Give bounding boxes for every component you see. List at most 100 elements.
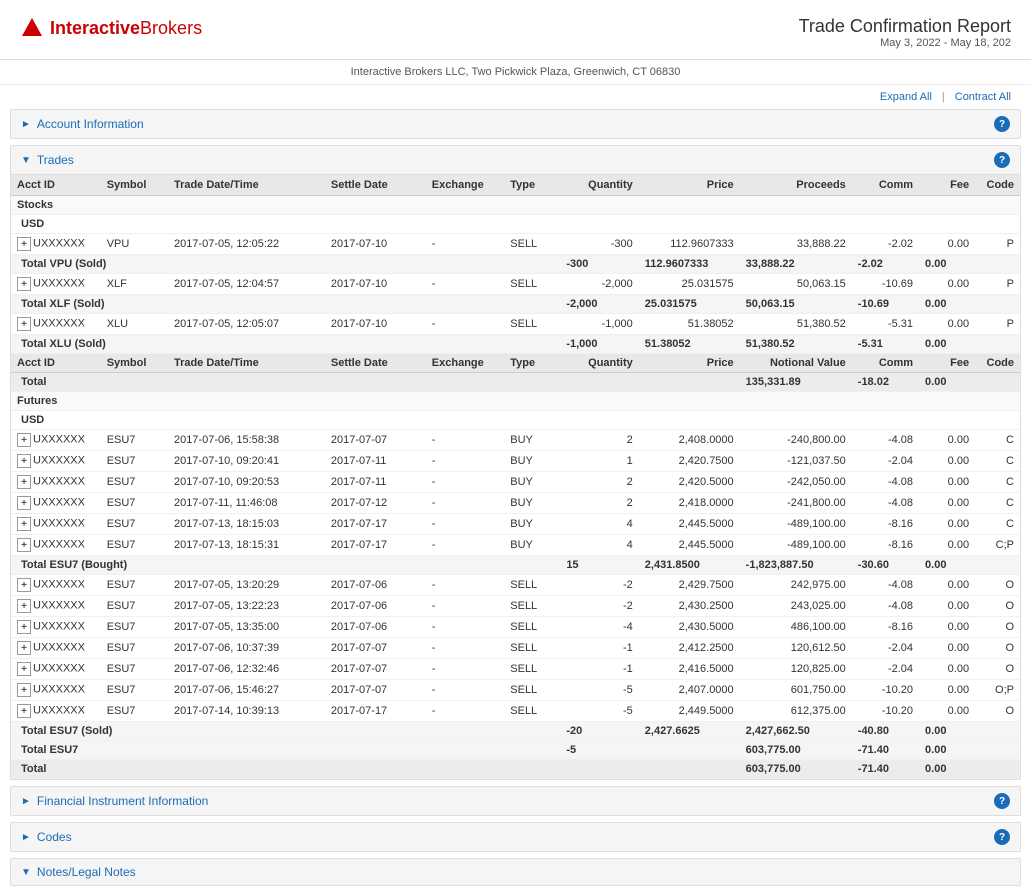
- separator: |: [942, 91, 945, 103]
- expand-all-link[interactable]: Expand All: [880, 91, 932, 103]
- stocks-label: Stocks: [11, 196, 1020, 215]
- total-row-stocks: Total 135,331.89 -18.02 0.00: [11, 373, 1020, 392]
- futures-currency-row: USD: [11, 411, 1020, 430]
- account-info-label: Account Information: [37, 117, 144, 131]
- expand-btn[interactable]: +: [17, 475, 31, 489]
- price-cell: 112.9607333: [639, 234, 740, 255]
- table-row: +UXXXXXX ESU72017-07-10, 09:20:412017-07…: [11, 451, 1020, 472]
- expand-btn[interactable]: +: [17, 662, 31, 676]
- col-header-comm: Comm: [852, 175, 919, 196]
- trades-table-container: Acct ID Symbol Trade Date/Time Settle Da…: [11, 175, 1020, 779]
- account-info-header[interactable]: ► Account Information ?: [11, 110, 1020, 138]
- table-row: +UXXXXXX ESU72017-07-06, 15:58:382017-07…: [11, 430, 1020, 451]
- comm-cell: -2.02: [852, 234, 919, 255]
- expand-btn[interactable]: +: [17, 641, 31, 655]
- page-header: InteractiveBrokers Trade Confirmation Re…: [0, 0, 1031, 60]
- expand-btn[interactable]: +: [17, 599, 31, 613]
- col-header-type: Type: [504, 175, 560, 196]
- futures-group-header: Futures: [11, 392, 1020, 411]
- subtotal-fee: 0.00: [919, 255, 975, 274]
- table-header-row-2: Acct ID Symbol Trade Date/Time Settle Da…: [11, 354, 1020, 373]
- fee-cell: 0.00: [919, 234, 975, 255]
- expand-btn[interactable]: +: [17, 454, 31, 468]
- notes-title: ▼ Notes/Legal Notes: [21, 865, 136, 879]
- expand-btn[interactable]: +: [17, 496, 31, 510]
- table-row: +UXXXXXX VPU 2017-07-05, 12:05:22 2017-0…: [11, 234, 1020, 255]
- subtotal-row-xlu: Total XLU (Sold) -1,00051.38052 51,380.5…: [11, 335, 1020, 354]
- col-header-exchange: Exchange: [426, 175, 504, 196]
- subtotal-row-esu7-sold: Total ESU7 (Sold) -202,427.6625 2,427,66…: [11, 722, 1020, 741]
- trades-section: ▼ Trades ? Acct ID Symbol Trade Date/Tim…: [10, 145, 1021, 780]
- codes-help-icon[interactable]: ?: [994, 829, 1010, 845]
- account-info-help-icon[interactable]: ?: [994, 116, 1010, 132]
- logo-interactive: Interactive: [50, 18, 140, 38]
- financial-instrument-label: Financial Instrument Information: [37, 794, 208, 808]
- futures-label: Futures: [11, 392, 1020, 411]
- stocks-currency-row: USD: [11, 215, 1020, 234]
- account-info-section: ► Account Information ?: [10, 109, 1021, 139]
- expand-btn[interactable]: +: [17, 704, 31, 718]
- col-header-fee: Fee: [919, 175, 975, 196]
- expand-btn[interactable]: +: [17, 620, 31, 634]
- exchange-cell: -: [426, 234, 504, 255]
- expand-contract-bar: Expand All | Contract All: [0, 85, 1031, 109]
- settle-cell: 2017-07-10: [325, 234, 426, 255]
- subtotal-price: 112.9607333: [639, 255, 740, 274]
- address-bar: Interactive Brokers LLC, Two Pickwick Pl…: [0, 60, 1031, 85]
- col-header-settle: Settle Date: [325, 175, 426, 196]
- subtotal-row-esu7-bought: Total ESU7 (Bought) 152,431.8500 -1,823,…: [11, 556, 1020, 575]
- table-row: +UXXXXXX ESU72017-07-14, 10:39:132017-07…: [11, 701, 1020, 722]
- financial-instrument-section: ► Financial Instrument Information ?: [10, 786, 1021, 816]
- report-title-block: Trade Confirmation Report May 3, 2022 - …: [799, 16, 1011, 49]
- subtotal-label: Total VPU (Sold): [11, 255, 560, 274]
- table-row: +UXXXXXX ESU72017-07-06, 12:32:462017-07…: [11, 659, 1020, 680]
- expand-btn[interactable]: +: [17, 433, 31, 447]
- trades-table: Acct ID Symbol Trade Date/Time Settle Da…: [11, 175, 1020, 779]
- stocks-group-header: Stocks: [11, 196, 1020, 215]
- logo-text: InteractiveBrokers: [50, 18, 202, 39]
- col-header-price: Price: [639, 175, 740, 196]
- table-row: +UXXXXXX ESU72017-07-13, 18:15:312017-07…: [11, 535, 1020, 556]
- codes-label: Codes: [37, 830, 72, 844]
- qty-cell: -300: [560, 234, 638, 255]
- financial-instrument-help-icon[interactable]: ?: [994, 793, 1010, 809]
- table-row: +UXXXXXX XLU2017-07-05, 12:05:072017-07-…: [11, 314, 1020, 335]
- table-row: +UXXXXXX XLF2017-07-05, 12:04:572017-07-…: [11, 274, 1020, 295]
- table-row: +UXXXXXX ESU72017-07-05, 13:22:232017-07…: [11, 596, 1020, 617]
- col-header-proceeds: Proceeds: [740, 175, 852, 196]
- codes-section: ► Codes ?: [10, 822, 1021, 852]
- stocks-currency: USD: [11, 215, 1020, 234]
- financial-instrument-title: ► Financial Instrument Information: [21, 794, 208, 808]
- code-cell: P: [975, 234, 1020, 255]
- notes-header[interactable]: ▼ Notes/Legal Notes: [11, 859, 1020, 885]
- expand-btn[interactable]: +: [17, 683, 31, 697]
- expand-btn[interactable]: +: [17, 237, 31, 251]
- expand-btn[interactable]: +: [17, 538, 31, 552]
- table-row: +UXXXXXX ESU72017-07-11, 11:46:082017-07…: [11, 493, 1020, 514]
- subtotal-row-vpu: Total VPU (Sold) -300 112.9607333 33,888…: [11, 255, 1020, 274]
- chevron-down-icon-notes: ▼: [21, 867, 31, 878]
- col-header-symbol: Symbol: [101, 175, 168, 196]
- financial-instrument-header[interactable]: ► Financial Instrument Information ?: [11, 787, 1020, 815]
- trades-title: ▼ Trades: [21, 153, 74, 167]
- logo: InteractiveBrokers: [20, 16, 202, 40]
- subtotal-qty: -300: [560, 255, 638, 274]
- notes-label: Notes/Legal Notes: [37, 865, 136, 879]
- subtotal-row-xlf: Total XLF (Sold) -2,00025.031575 50,063.…: [11, 295, 1020, 314]
- contract-all-link[interactable]: Contract All: [955, 91, 1011, 103]
- logo-brokers: Brokers: [140, 18, 202, 38]
- table-row: +UXXXXXX ESU72017-07-05, 13:35:002017-07…: [11, 617, 1020, 638]
- codes-header[interactable]: ► Codes ?: [11, 823, 1020, 851]
- account-info-title: ► Account Information: [21, 117, 144, 131]
- expand-btn[interactable]: +: [17, 517, 31, 531]
- trades-header[interactable]: ▼ Trades ?: [11, 146, 1020, 175]
- proceeds-cell: 33,888.22: [740, 234, 852, 255]
- expand-btn[interactable]: +: [17, 578, 31, 592]
- chevron-right-icon-fi: ►: [21, 796, 31, 807]
- trades-label: Trades: [37, 153, 74, 167]
- codes-title: ► Codes: [21, 830, 72, 844]
- expand-btn[interactable]: +: [17, 277, 31, 291]
- table-row: +UXXXXXX ESU72017-07-10, 09:20:532017-07…: [11, 472, 1020, 493]
- trades-help-icon[interactable]: ?: [994, 152, 1010, 168]
- expand-btn[interactable]: +: [17, 317, 31, 331]
